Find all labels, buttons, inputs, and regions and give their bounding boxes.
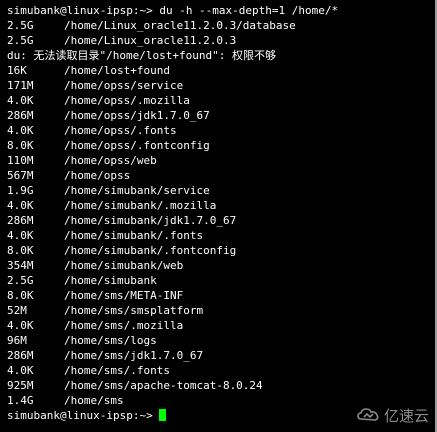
entry-path: /home/sms/.mozilla xyxy=(64,319,184,332)
entry-size: 1.4G xyxy=(7,394,34,407)
entry-path: /home/opss/.mozilla xyxy=(64,94,190,107)
entry-size: 4.0K xyxy=(7,199,34,212)
du-entry: 286M/home/simubank/jdk1.7.0_67 xyxy=(7,213,437,228)
entry-path: /home/simubank/.fontconfig xyxy=(64,244,237,257)
du-entry: 286M/home/opss/jdk1.7.0_67 xyxy=(7,108,437,123)
entry-size: 96M xyxy=(7,334,27,347)
entry-path: /home/simubank xyxy=(64,274,157,287)
entry-size: 4.0K xyxy=(7,124,34,137)
entry-path: /home/lost+found xyxy=(64,64,170,77)
entry-size: 4.0K xyxy=(7,364,34,377)
entry-path: /home/Linux_oracle11.2.0.3 xyxy=(64,34,237,47)
entry-path: /home/sms/logs xyxy=(64,334,157,347)
du-entry: 354M/home/simubank/web xyxy=(7,258,437,273)
du-entry: 8.0K/home/sms/META-INF xyxy=(7,288,437,303)
du-entry: 4.0K/home/sms/.mozilla xyxy=(7,318,437,333)
entry-path: /home/opss/jdk1.7.0_67 xyxy=(64,109,210,122)
entry-size: 286M xyxy=(7,214,34,227)
cursor xyxy=(159,409,167,421)
watermark: 亿速云 xyxy=(356,404,429,426)
du-entry: 52M/home/sms/smsplatform xyxy=(7,303,437,318)
du-entry: 925M/home/sms/apache-tomcat-8.0.24 xyxy=(7,378,437,393)
entry-size: 110M xyxy=(7,154,34,167)
entry-path: /home/sms xyxy=(64,394,124,407)
du-entry: 96M/home/sms/logs xyxy=(7,333,437,348)
entry-size: 2.5G xyxy=(7,34,34,47)
du-entry: 4.0K/home/opss/.mozilla xyxy=(7,93,437,108)
entry-size: 2.5G xyxy=(7,274,34,287)
du-entry: 16K/home/lost+found xyxy=(7,63,437,78)
entry-size: 16K xyxy=(7,64,27,77)
entry-path: /home/opss xyxy=(64,169,131,182)
watermark-text: 亿速云 xyxy=(383,406,429,425)
entry-path: /home/simubank/jdk1.7.0_67 xyxy=(64,214,237,227)
entry-size: 286M xyxy=(7,349,34,362)
entry-size: 4.0K xyxy=(7,319,34,332)
entry-size: 8.0K xyxy=(7,289,34,302)
du-entry: 4.0K/home/opss/.fonts xyxy=(7,123,437,138)
entry-path: /home/opss/web xyxy=(64,154,157,167)
du-entry: 171M/home/opss/service xyxy=(7,78,437,93)
du-entry: 1.9G/home/simubank/service xyxy=(7,183,437,198)
entry-path: /home/sms/META-INF xyxy=(64,289,184,302)
entry-size: 8.0K xyxy=(7,139,34,152)
du-entry: 567M/home/opss xyxy=(7,168,437,183)
entry-path: /home/opss/.fontconfig xyxy=(64,139,210,152)
command-text: du -h --max-depth=1 /home/* xyxy=(152,4,339,17)
du-entry: 4.0K/home/simubank/.fonts xyxy=(7,228,437,243)
du-entry: 2.5G/home/Linux_oracle11.2.0.3 xyxy=(7,33,437,48)
entry-size: 8.0K xyxy=(7,244,34,257)
entry-path: /home/opss/service xyxy=(64,79,184,92)
entry-path: /home/simubank/.mozilla xyxy=(64,199,217,212)
du-entry: 4.0K/home/simubank/.mozilla xyxy=(7,198,437,213)
du-entry: 110M/home/opss/web xyxy=(7,153,437,168)
command-output: 2.5G/home/Linux_oracle11.2.0.3/database 2… xyxy=(7,18,437,408)
entry-path: /home/sms/apache-tomcat-8.0.24 xyxy=(64,379,263,392)
du-entry: 286M/home/sms/jdk1.7.0_67 xyxy=(7,348,437,363)
entry-path: /home/simubank/web xyxy=(64,259,184,272)
du-entry: 8.0K/home/simubank/.fontconfig xyxy=(7,243,437,258)
du-entry: 8.0K/home/opss/.fontconfig xyxy=(7,138,437,153)
du-entry: 2.5G/home/Linux_oracle11.2.0.3/database xyxy=(7,18,437,33)
entry-size: 286M xyxy=(7,109,34,122)
prompt: simubank@linux-ipsp:~> xyxy=(7,409,153,422)
cloud-logo-icon xyxy=(357,408,379,421)
entry-path: /home/simubank/.fonts xyxy=(64,229,204,242)
du-entry: 4.0K/home/sms/.fonts xyxy=(7,363,437,378)
entry-size: 52M xyxy=(7,304,27,317)
command-line: simubank@linux-ipsp:~> du -h --max-depth… xyxy=(7,3,437,18)
entry-size: 4.0K xyxy=(7,94,34,107)
entry-path: /home/simubank/service xyxy=(64,184,210,197)
entry-size: 925M xyxy=(7,379,34,392)
error-message: du: 无法读取目录"/home/lost+found": 权限不够 xyxy=(7,49,276,62)
entry-size: 354M xyxy=(7,259,34,272)
prompt: simubank@linux-ipsp:~> xyxy=(7,4,153,17)
entry-path: /home/opss/.fonts xyxy=(64,124,177,137)
entry-size: 171M xyxy=(7,79,34,92)
du-entry: 2.5G/home/simubank xyxy=(7,273,437,288)
entry-path: /home/sms/.fonts xyxy=(64,364,170,377)
entry-size: 1.9G xyxy=(7,184,34,197)
entry-size: 4.0K xyxy=(7,229,34,242)
entry-path: /home/sms/jdk1.7.0_67 xyxy=(64,349,204,362)
entry-size: 2.5G xyxy=(7,19,34,32)
entry-size: 567M xyxy=(7,169,34,182)
entry-path: /home/sms/smsplatform xyxy=(64,304,204,317)
terminal-window[interactable]: simubank@linux-ipsp:~> du -h --max-depth… xyxy=(0,0,437,432)
entry-path: /home/Linux_oracle11.2.0.3/database xyxy=(64,19,296,32)
